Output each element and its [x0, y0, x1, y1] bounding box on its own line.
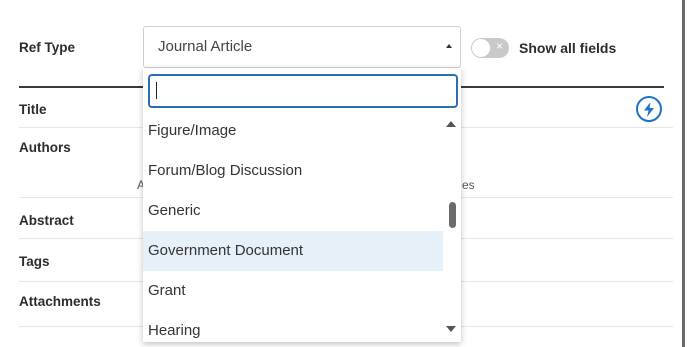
toggle-off-icon: ×: [495, 39, 503, 53]
lightning-icon[interactable]: [636, 96, 662, 122]
scrollbar-thumb[interactable]: [449, 202, 456, 228]
option-figure-image[interactable]: Figure/Image: [143, 111, 443, 151]
option-grant[interactable]: Grant: [143, 271, 443, 311]
authors-label: Authors: [19, 140, 71, 155]
ref-type-selected-value: Journal Article: [158, 38, 253, 55]
text-cursor: [156, 82, 157, 99]
ref-type-dropdown: Figure/Image Forum/Blog Discussion Gener…: [143, 68, 461, 342]
reference-editor: Ref Type Title Authors A es Abstract Tag…: [0, 0, 691, 347]
ref-type-select[interactable]: Journal Article: [143, 26, 461, 68]
window-edge: [682, 0, 685, 347]
title-label: Title: [19, 102, 47, 117]
abstract-label: Abstract: [19, 213, 74, 228]
ref-type-label: Ref Type: [19, 40, 76, 55]
ref-type-search-input[interactable]: [148, 74, 458, 108]
option-forum-blog-discussion[interactable]: Forum/Blog Discussion: [143, 151, 443, 191]
option-government-document[interactable]: Government Document: [143, 231, 443, 271]
show-all-fields-toggle[interactable]: ×: [471, 38, 509, 58]
authors-hint-right: es: [462, 178, 475, 192]
tags-label: Tags: [19, 254, 50, 269]
scroll-up-arrow-icon[interactable]: [446, 121, 456, 127]
show-all-fields-label: Show all fields: [519, 40, 617, 56]
attachments-label: Attachments: [19, 294, 101, 309]
toggle-knob: [472, 39, 490, 57]
option-generic[interactable]: Generic: [143, 191, 443, 231]
caret-up-icon: [446, 44, 452, 48]
ref-type-options-list: Figure/Image Forum/Blog Discussion Gener…: [143, 111, 443, 342]
scroll-down-arrow-icon[interactable]: [446, 326, 456, 332]
option-hearing[interactable]: Hearing: [143, 311, 443, 342]
